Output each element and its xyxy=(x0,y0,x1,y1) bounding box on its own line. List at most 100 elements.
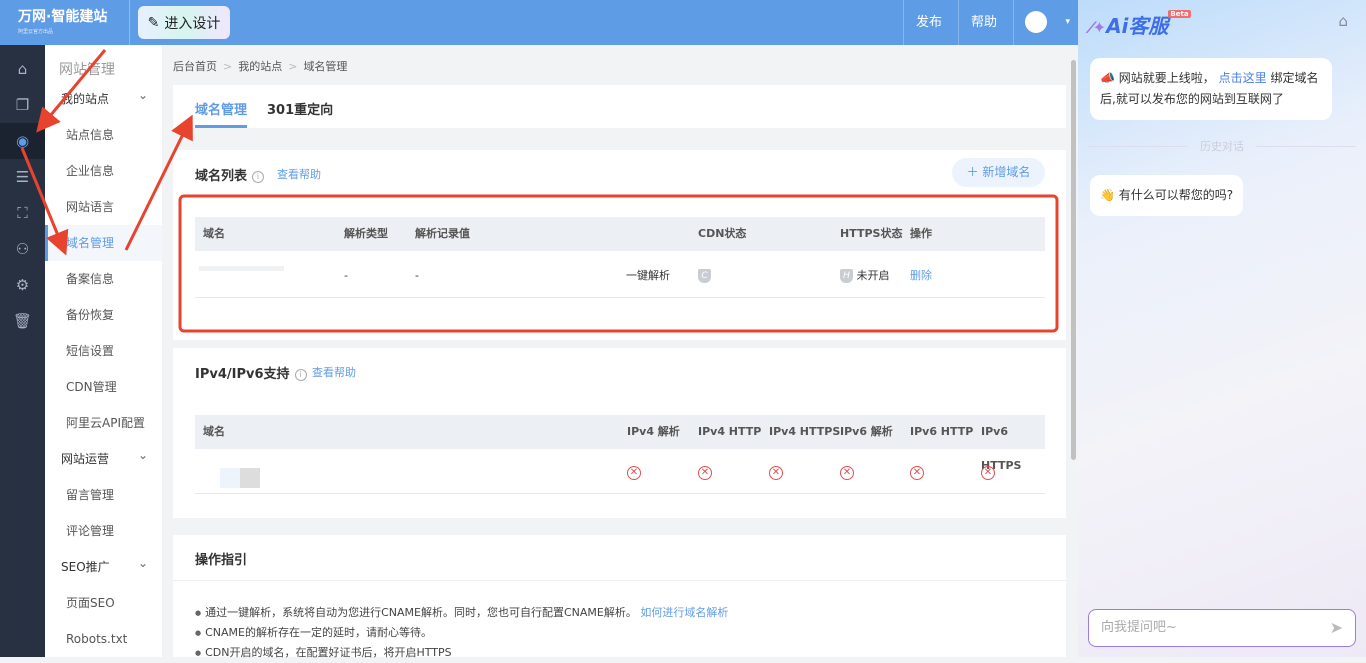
how-to-resolve-link[interactable]: 如何进行域名解析 xyxy=(640,606,728,619)
ipv-table-row: ✕ ✕ ✕ ✕ ✕ ✕ xyxy=(195,450,1045,494)
help-button[interactable]: 帮助 xyxy=(958,0,1009,45)
click-here-link[interactable]: 点击这里 xyxy=(1219,71,1267,85)
col-ipv4-resolve: IPv4 解析 xyxy=(627,425,680,438)
guide-item: CNAME的解析存在一定的延时，请耐心等待。 xyxy=(195,623,728,643)
history-divider: 历史对话 xyxy=(1088,138,1356,154)
col-ipv4-http: IPv4 HTTP xyxy=(698,425,762,438)
guide-item: 通过一键解析，系统将自动为您进行CNAME解析。同时，您也可自行配置CNAME解… xyxy=(195,603,728,623)
col-value: 解析记录值 xyxy=(415,227,470,240)
one-click-resolve[interactable]: 一键解析 xyxy=(626,254,670,298)
domain-list-title: 域名列表 i xyxy=(195,165,265,184)
ipv-card: IPv4/IPv6支持 i 查看帮助 域名 IPv4 解析 IPv4 HTTP I… xyxy=(173,348,1066,518)
clear-icon[interactable]: ⌂ xyxy=(1338,12,1348,30)
https-status-text: 未开启 xyxy=(856,269,890,282)
list-icon[interactable]: ☰ xyxy=(0,159,45,195)
menu-backup[interactable]: 备份恢复 xyxy=(45,297,162,333)
menu-company-info[interactable]: 企业信息 xyxy=(45,153,162,189)
guide-list: 通过一键解析，系统将自动为您进行CNAME解析。同时，您也可自行配置CNAME解… xyxy=(195,603,728,663)
ipv-table-header: 域名 IPv4 解析 IPv4 HTTP IPv4 HTTPS IPv6 解析 … xyxy=(195,415,1045,472)
col-https: HTTPS状态 xyxy=(840,227,903,240)
breadcrumb: 后台首页 > 我的站点 > 域名管理 xyxy=(173,60,348,73)
sparkle-icon: ⁄✦ xyxy=(1090,18,1107,37)
cdn-status: C xyxy=(698,254,711,298)
domain-placeholder xyxy=(199,266,284,271)
home-icon[interactable]: ⌂ xyxy=(0,51,45,87)
menu-domain-management[interactable]: 域名管理 xyxy=(45,225,162,261)
menu-comments[interactable]: 评论管理 xyxy=(45,513,162,549)
shop-icon[interactable]: ⛶ xyxy=(0,195,45,231)
submenu: 网站管理 我的站点 站点信息 企业信息 网站语言 域名管理 备案信息 备份恢复 … xyxy=(45,45,162,657)
users-icon[interactable]: ⚇ xyxy=(0,231,45,267)
design-label: 进入设计 xyxy=(164,15,221,32)
caret-down-icon: ▾ xyxy=(1065,17,1070,27)
submenu-title: 网站管理 xyxy=(59,62,115,78)
domain-list-card: 域名列表 i 查看帮助 ＋ 新增域名 域名 解析类型 解析记录值 CDN状态 HT… xyxy=(173,150,1066,340)
add-domain-label: 新增域名 xyxy=(982,165,1031,179)
table-row: - - 一键解析 C H 未开启 删除 xyxy=(195,254,1045,298)
ai-logo: ⁄✦Ai客服 Beta xyxy=(1090,10,1191,38)
col-type: 解析类型 xyxy=(344,227,388,240)
ai-panel: ⁄✦Ai客服 Beta ⌂ 📣 网站就要上线啦， 点击这里 绑定域名后,就可以发布… xyxy=(1078,0,1366,657)
wave-icon: 👋 xyxy=(1100,188,1115,202)
x-circle-icon: ✕ xyxy=(627,466,641,480)
menu-site-info[interactable]: 站点信息 xyxy=(45,117,162,153)
avatar[interactable] xyxy=(1025,11,1047,33)
info-icon[interactable]: i xyxy=(294,369,307,381)
menu-cdn[interactable]: CDN管理 xyxy=(45,369,162,405)
menu-sms[interactable]: 短信设置 xyxy=(45,333,162,369)
https-shield-icon: H xyxy=(840,269,853,283)
scrollbar[interactable] xyxy=(1071,60,1076,460)
trash-icon[interactable]: 🗑 xyxy=(0,303,45,339)
tab-bar: 域名管理 301重定向 xyxy=(173,85,1066,128)
send-icon[interactable]: ➤ xyxy=(1330,610,1343,646)
col-ipv6-resolve: IPv6 解析 xyxy=(840,425,893,438)
col-action: 操作 xyxy=(910,227,932,240)
cdn-shield-icon: C xyxy=(698,269,711,283)
menu-site-language[interactable]: 网站语言 xyxy=(45,189,162,225)
group-seo[interactable]: SEO推广 xyxy=(45,545,162,585)
ipv-title: IPv4/IPv6支持 i xyxy=(195,363,307,382)
group-operations[interactable]: 网站运营 xyxy=(45,437,162,477)
megaphone-icon: 📣 xyxy=(1100,71,1115,85)
x-circle-icon: ✕ xyxy=(769,466,783,480)
tab-domain-management[interactable]: 域名管理 xyxy=(195,99,248,128)
menu-robots[interactable]: Robots.txt xyxy=(45,621,162,657)
enter-design-button[interactable]: ✎ 进入设计 xyxy=(138,6,230,39)
tab-301-redirect[interactable]: 301重定向 xyxy=(267,99,333,118)
cell-type: - xyxy=(344,269,348,282)
crumb-home[interactable]: 后台首页 xyxy=(173,60,217,73)
info-icon[interactable]: i xyxy=(252,171,265,183)
publish-button[interactable]: 发布 xyxy=(903,0,954,45)
ai-message: 👋 有什么可以帮您的吗? xyxy=(1090,175,1244,216)
add-domain-button[interactable]: ＋ 新增域名 xyxy=(952,158,1045,187)
chat-input[interactable]: 向我提问吧~ ➤ xyxy=(1088,609,1356,647)
icon-rail: ⌂ ❐ ◉ ☰ ⛶ ⚇ ⚙ 🗑 xyxy=(0,45,45,657)
x-circle-icon: ✕ xyxy=(910,466,924,480)
logo-text: 万网·智能建站 xyxy=(18,9,108,25)
plus-icon: ＋ xyxy=(966,165,983,179)
cell-value: - xyxy=(415,269,419,282)
delete-link[interactable]: 删除 xyxy=(910,254,932,298)
menu-icp-info[interactable]: 备案信息 xyxy=(45,261,162,297)
col-cdn: CDN状态 xyxy=(698,227,747,240)
col-ipv4-https: IPv4 HTTPS xyxy=(769,425,841,438)
col-ipv6-http: IPv6 HTTP xyxy=(910,425,974,438)
logo[interactable]: 万网·智能建站阿里云官方出品 xyxy=(18,10,107,39)
menu-messages[interactable]: 留言管理 xyxy=(45,477,162,513)
gear-icon[interactable]: ⚙ xyxy=(0,267,45,303)
menu-aliyun-api[interactable]: 阿里云API配置 xyxy=(45,405,162,441)
ipv-help-link[interactable]: 查看帮助 xyxy=(312,364,356,380)
logo-sub: 阿里云官方出品 xyxy=(18,29,54,35)
edit-icon: ✎ xyxy=(147,14,160,31)
guide-item: CDN开启的域名，在配置好证书后，将开启HTTPS xyxy=(195,643,728,663)
globe-icon[interactable]: ◉ xyxy=(0,123,45,159)
crumb-my-site[interactable]: 我的站点 xyxy=(238,60,282,73)
top-header: 万网·智能建站阿里云官方出品 ✎ 进入设计 发布 帮助 ▾ xyxy=(0,0,1078,45)
beta-badge: Beta xyxy=(1168,10,1191,18)
menu-page-seo[interactable]: 页面SEO xyxy=(45,585,162,621)
pages-icon[interactable]: ❐ xyxy=(0,87,45,123)
domain-help-link[interactable]: 查看帮助 xyxy=(277,166,321,182)
group-my-site[interactable]: 我的站点 xyxy=(45,77,162,117)
ai-message: 📣 网站就要上线啦， 点击这里 绑定域名后,就可以发布您的网站到互联网了 xyxy=(1090,58,1332,120)
guide-card: 操作指引 通过一键解析，系统将自动为您进行CNAME解析。同时，您也可自行配置C… xyxy=(173,535,1066,659)
